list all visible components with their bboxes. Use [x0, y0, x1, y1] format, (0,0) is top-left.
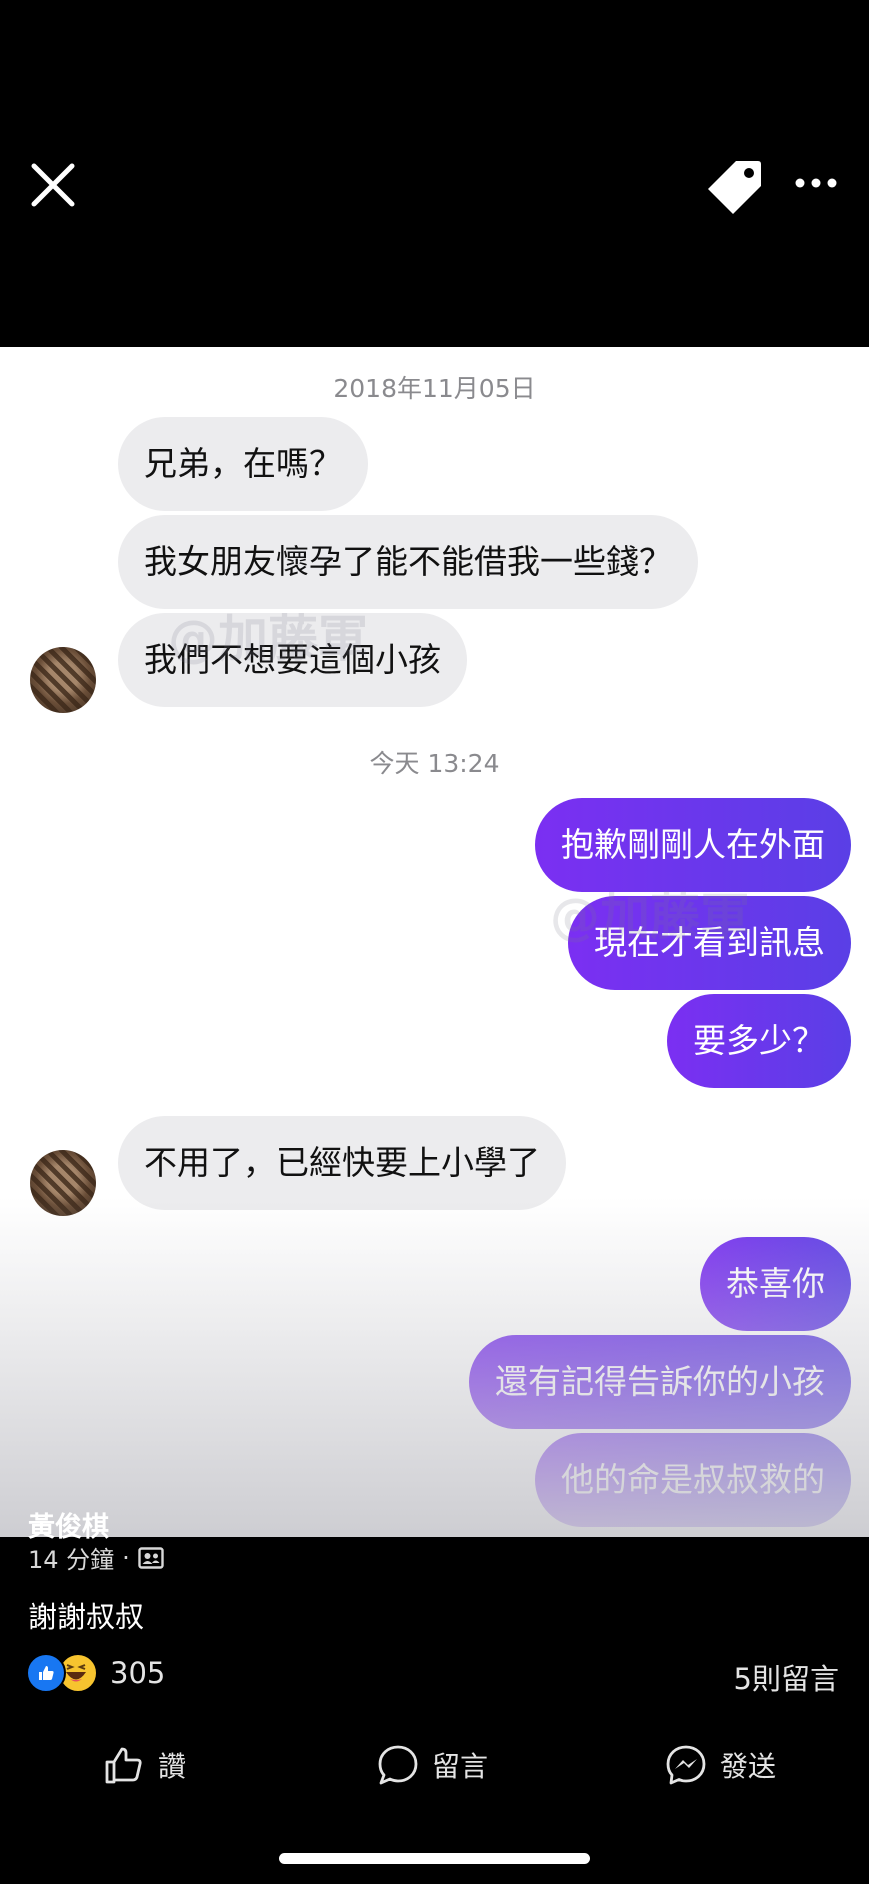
- send-label: 發送: [720, 1750, 777, 1783]
- comment-bubble-icon: [378, 1745, 418, 1785]
- messenger-icon: [666, 1745, 706, 1785]
- watermark: @加藤軍: [168, 610, 368, 668]
- post-author[interactable]: 黃俊棋: [28, 1505, 109, 1544]
- thumbs-up-icon: [105, 1747, 142, 1784]
- chat-timestamp: 2018年11月05日: [333, 374, 536, 403]
- outgoing-message: 恭喜你: [700, 1237, 851, 1331]
- watermark: @加藤軍: [550, 888, 750, 946]
- tag-icon[interactable]: [706, 157, 764, 215]
- chat-timestamp: 今天 13:24: [369, 749, 500, 778]
- like-icon: [26, 1653, 66, 1693]
- action-bar: 讚 留言 發送: [0, 1735, 869, 1795]
- reactions-summary[interactable]: 305: [26, 1653, 165, 1693]
- sender-avatar: [30, 647, 96, 713]
- comments-count[interactable]: 5則留言: [734, 1656, 839, 1698]
- reaction-count: 305: [110, 1656, 166, 1690]
- outgoing-message: 他的命是叔叔救的: [535, 1433, 851, 1527]
- post-time[interactable]: 14 分鐘: [28, 1540, 114, 1575]
- meta-separator: ·: [122, 1543, 130, 1572]
- outgoing-message: 要多少？: [667, 994, 851, 1088]
- sender-avatar: [30, 1150, 96, 1216]
- incoming-message: 不用了，已經快要上小學了: [118, 1116, 566, 1210]
- top-bar: [0, 0, 869, 347]
- incoming-message: 兄弟，在嗎？: [118, 417, 368, 511]
- comment-button[interactable]: 留言: [376, 1735, 488, 1795]
- incoming-message: 我女朋友懷孕了能不能借我一些錢？: [118, 515, 698, 609]
- send-button[interactable]: 發送: [664, 1735, 776, 1795]
- close-icon[interactable]: [30, 162, 76, 208]
- like-button[interactable]: 讚: [102, 1735, 186, 1795]
- outgoing-message: 還有記得告訴你的小孩: [469, 1335, 851, 1429]
- home-indicator[interactable]: [279, 1853, 590, 1864]
- comment-label: 留言: [432, 1750, 489, 1783]
- like-label: 讚: [158, 1750, 187, 1783]
- friends-icon[interactable]: [138, 1546, 164, 1570]
- more-options-icon[interactable]: [794, 172, 838, 194]
- post-caption: 謝謝叔叔: [28, 1600, 145, 1634]
- post-meta: 14 分鐘 ·: [28, 1540, 164, 1575]
- chat-screenshot-photo[interactable]: 2018年11月05日 兄弟，在嗎？ 我女朋友懷孕了能不能借我一些錢？ 我們不想…: [0, 347, 869, 1537]
